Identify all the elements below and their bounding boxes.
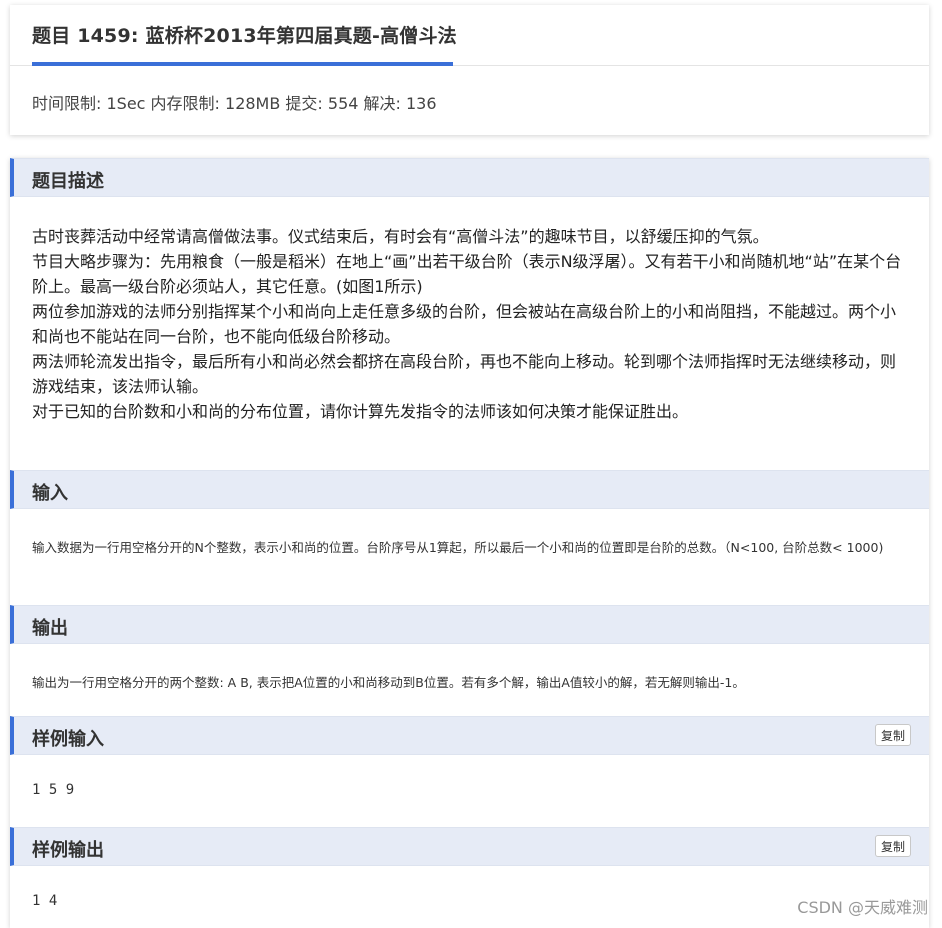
section-heading: 输出 <box>32 618 68 639</box>
problem-body-card: 题目描述 古时丧葬活动中经常请高僧做法事。仪式结束后，有时会有“高僧斗法”的趣味… <box>10 158 929 928</box>
description-paragraph: 古时丧葬活动中经常请高僧做法事。仪式结束后，有时会有“高僧斗法”的趣味节目，以舒… <box>32 227 769 246</box>
description-paragraph: 对于已知的台阶数和小和尚的分布位置，请你计算先发指令的法师该如何决策才能保证胜出… <box>32 402 689 421</box>
problem-limits: 时间限制: 1Sec 内存限制: 128MB 提交: 554 解决: 136 <box>32 94 437 113</box>
section-input-header: 输入 <box>10 470 929 509</box>
copy-sample-output-button[interactable]: 复制 <box>874 835 911 857</box>
description-paragraph: 两位参加游戏的法师分别指挥某个小和尚向上走任意多级的台阶，但会被站在高级台阶上的… <box>32 302 897 346</box>
sample-output-content: 1 4 <box>32 893 58 909</box>
title-bar: 题目 1459: 蓝桥杯2013年第四届真题-高僧斗法 <box>10 5 929 66</box>
page-title: 题目 1459: 蓝桥杯2013年第四届真题-高僧斗法 <box>32 25 457 47</box>
description-paragraph: 两法师轮流发出指令，最后所有小和尚必然会都挤在高段台阶，再也不能向上移动。轮到哪… <box>32 352 897 396</box>
title-underline <box>32 62 453 66</box>
section-description-header: 题目描述 <box>10 158 929 197</box>
copy-sample-input-button[interactable]: 复制 <box>874 724 911 746</box>
section-heading: 题目描述 <box>32 171 104 192</box>
section-heading: 样例输入 <box>32 729 104 750</box>
section-heading: 样例输出 <box>32 840 104 861</box>
section-heading: 输入 <box>32 483 68 504</box>
output-description: 输出为一行用空格分开的两个整数: A B, 表示把A位置的小和尚移动到B位置。若… <box>32 675 745 690</box>
watermark: CSDN @天威难测 <box>797 898 928 917</box>
section-output-header: 输出 <box>10 605 929 644</box>
description-text: 古时丧葬活动中经常请高僧做法事。仪式结束后，有时会有“高僧斗法”的趣味节目，以舒… <box>32 224 902 424</box>
sample-input-content: 1 5 9 <box>32 782 75 798</box>
problem-header-card: 题目 1459: 蓝桥杯2013年第四届真题-高僧斗法 时间限制: 1Sec 内… <box>10 5 929 135</box>
description-paragraph: 节目大略步骤为：先用粮食（一般是稻米）在地上“画”出若干级台阶（表示N级浮屠）。… <box>32 252 902 296</box>
section-sample-output-header: 样例输出 复制 <box>10 827 929 866</box>
section-sample-input-header: 样例输入 复制 <box>10 716 929 755</box>
input-description: 输入数据为一行用空格分开的N个整数，表示小和尚的位置。台阶序号从1算起，所以最后… <box>32 540 884 555</box>
